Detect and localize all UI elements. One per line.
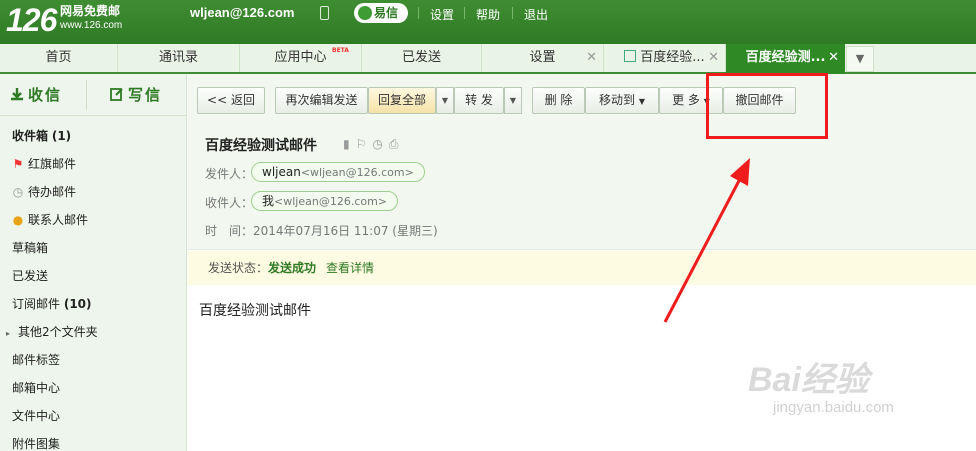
baidu-watermark-url: jingyan.baidu.com: [773, 399, 894, 416]
baidu-watermark-logo: Bai经验: [748, 361, 869, 399]
